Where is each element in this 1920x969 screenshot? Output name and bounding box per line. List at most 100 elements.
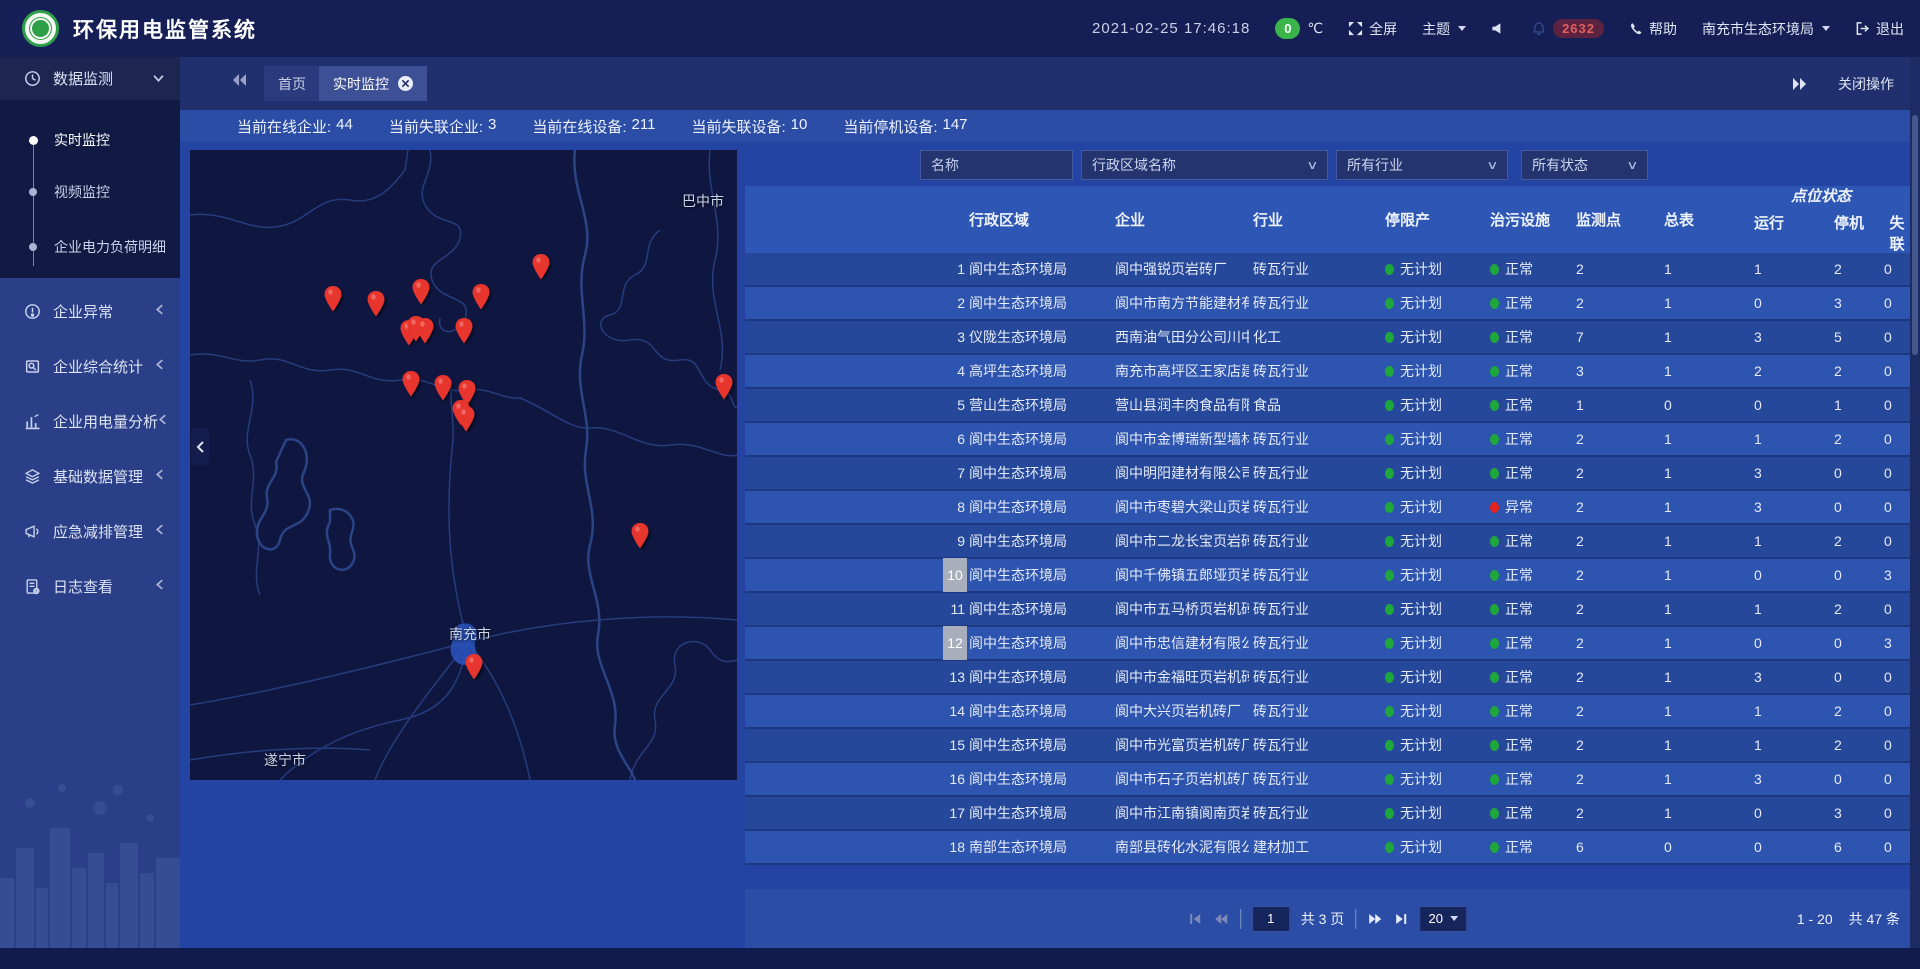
header-pollution-facility[interactable]: 治污设施 bbox=[1480, 186, 1564, 253]
cell-region: 阆中生态环境局 bbox=[967, 497, 1111, 517]
header-monitor-points[interactable]: 监测点 bbox=[1564, 186, 1652, 253]
header-company[interactable]: 企业 bbox=[1111, 186, 1249, 253]
table-row[interactable]: 9阆中生态环境局阆中市二龙长宝页岩砖砖瓦行业无计划正常21120 bbox=[745, 525, 1910, 559]
cell-company[interactable]: 南部县砖化水泥有限公 bbox=[1111, 837, 1249, 857]
map-marker-icon[interactable] bbox=[472, 284, 490, 310]
header-running[interactable]: 运行 bbox=[1742, 212, 1820, 254]
header-offline[interactable]: 失联 bbox=[1884, 212, 1910, 254]
cell-company[interactable]: 阆中市枣碧大梁山页岩 bbox=[1111, 497, 1249, 517]
cell-company[interactable]: 阆中千佛镇五郎垭页岩 bbox=[1111, 565, 1249, 585]
map-marker-icon[interactable] bbox=[434, 375, 452, 401]
table-row[interactable]: 2阆中生态环境局阆中市南方节能建材有砖瓦行业无计划正常21030 bbox=[745, 287, 1910, 321]
cell-company[interactable]: 阆中市江南镇阆南页岩 bbox=[1111, 803, 1249, 823]
header-stop-production[interactable]: 停限产 bbox=[1377, 186, 1480, 253]
sidebar-group-数据监测[interactable]: 数据监测 bbox=[0, 57, 180, 100]
close-operations-button[interactable]: 关闭操作 bbox=[1838, 74, 1894, 94]
map-marker-icon[interactable] bbox=[367, 291, 385, 317]
header-industry[interactable]: 行业 bbox=[1249, 186, 1377, 253]
table-row[interactable]: 16阆中生态环境局阆中市石子页岩机砖厂砖瓦行业无计划正常21300 bbox=[745, 763, 1910, 797]
cell-company[interactable]: 阆中市金福旺页岩机砖 bbox=[1111, 667, 1249, 687]
map-marker-icon[interactable] bbox=[412, 279, 430, 305]
fullscreen-button[interactable]: 全屏 bbox=[1348, 19, 1397, 39]
sidebar-group-企业综合统计[interactable]: 企业综合统计 bbox=[0, 344, 180, 388]
table-row[interactable]: 10阆中生态环境局阆中千佛镇五郎垭页岩砖瓦行业无计划正常21003 bbox=[745, 559, 1910, 593]
cell-company[interactable]: 阆中市二龙长宝页岩砖 bbox=[1111, 531, 1249, 551]
table-row[interactable]: 17阆中生态环境局阆中市江南镇阆南页岩砖瓦行业无计划正常21030 bbox=[745, 797, 1910, 831]
sidebar-group-应急减排管理[interactable]: 应急减排管理 bbox=[0, 509, 180, 553]
cell-company[interactable]: 阆中市石子页岩机砖厂 bbox=[1111, 769, 1249, 789]
cell-company[interactable]: 阆中市光富页岩机砖厂 bbox=[1111, 735, 1249, 755]
table-row[interactable]: 6阆中生态环境局阆中市金博瑞新型墙材砖瓦行业无计划正常21120 bbox=[745, 423, 1910, 457]
tabs-scroll-left-button[interactable] bbox=[232, 73, 248, 92]
sidebar-group-日志查看[interactable]: 日志查看 bbox=[0, 564, 180, 608]
sidebar-item-企业电力负荷明细[interactable]: 企业电力负荷明细 bbox=[0, 232, 180, 262]
first-page-button[interactable] bbox=[1188, 912, 1202, 926]
map-marker-icon[interactable] bbox=[631, 523, 649, 549]
cell-company[interactable]: 营山县润丰肉食品有限 bbox=[1111, 395, 1249, 415]
tabs-scroll-right-button[interactable] bbox=[1792, 77, 1808, 91]
tab-realtime-monitor[interactable]: 实时监控 bbox=[319, 66, 427, 101]
cell-company[interactable]: 阆中市金博瑞新型墙材 bbox=[1111, 429, 1249, 449]
table-row[interactable]: 3仪陇生态环境局西南油气田分公司川中化工无计划正常71350 bbox=[745, 321, 1910, 355]
cell-company[interactable]: 阆中市五马桥页岩机砖 bbox=[1111, 599, 1249, 619]
mute-button[interactable] bbox=[1491, 21, 1506, 36]
previous-page-button[interactable] bbox=[1213, 912, 1229, 926]
map-panel-collapse-button[interactable] bbox=[191, 428, 209, 465]
map-marker-icon[interactable] bbox=[416, 318, 434, 344]
cell-company[interactable]: 阆中明阳建材有限公司 bbox=[1111, 463, 1249, 483]
page-number-input[interactable]: 1 bbox=[1252, 906, 1290, 932]
vertical-scrollbar[interactable] bbox=[1910, 57, 1920, 948]
theme-menu[interactable]: 主题 bbox=[1422, 19, 1466, 39]
org-menu[interactable]: 南充市生态环境局 bbox=[1702, 19, 1830, 39]
table-row[interactable]: 18南部生态环境局南部县砖化水泥有限公建材加工无计划正常60060 bbox=[745, 831, 1910, 865]
map-marker-icon[interactable] bbox=[532, 254, 550, 280]
search-name-input[interactable] bbox=[920, 150, 1073, 180]
map-panel[interactable]: 巴中市南充市遂宁市 bbox=[190, 150, 737, 780]
map-marker-icon[interactable] bbox=[455, 318, 473, 344]
map-marker-icon[interactable] bbox=[715, 374, 733, 400]
help-button[interactable]: 帮助 bbox=[1629, 19, 1677, 39]
scrollbar-thumb[interactable] bbox=[1912, 115, 1918, 355]
cell-company[interactable]: 阆中市忠信建材有限公 bbox=[1111, 633, 1249, 653]
sidebar-item-实时监控[interactable]: 实时监控 bbox=[0, 125, 180, 155]
table-row[interactable]: 1阆中生态环境局阆中强锐页岩砖厂砖瓦行业无计划正常21120 bbox=[745, 253, 1910, 287]
logout-button[interactable]: 退出 bbox=[1855, 19, 1904, 39]
row-index-cell: 4 bbox=[941, 354, 967, 388]
industry-select[interactable]: 所有行业 ∨ bbox=[1336, 150, 1508, 180]
header-total-meters[interactable]: 总表 bbox=[1652, 186, 1742, 253]
map-marker-icon[interactable] bbox=[402, 371, 420, 397]
table-row[interactable]: 12阆中生态环境局阆中市忠信建材有限公砖瓦行业无计划正常21003 bbox=[745, 627, 1910, 661]
status-select[interactable]: 所有状态 ∨ bbox=[1521, 150, 1648, 180]
cell-total-meters: 1 bbox=[1652, 771, 1742, 787]
map-marker-icon[interactable] bbox=[465, 654, 483, 680]
table-row[interactable]: 14阆中生态环境局阆中大兴页岩机砖厂砖瓦行业无计划正常21120 bbox=[745, 695, 1910, 729]
cell-company[interactable]: 南充市高坪区王家店建 bbox=[1111, 361, 1249, 381]
table-row[interactable]: 15阆中生态环境局阆中市光富页岩机砖厂砖瓦行业无计划正常21120 bbox=[745, 729, 1910, 763]
header-stopped[interactable]: 停机 bbox=[1820, 212, 1884, 254]
table-row[interactable]: 11阆中生态环境局阆中市五马桥页岩机砖砖瓦行业无计划正常21120 bbox=[745, 593, 1910, 627]
tab-home[interactable]: 首页 bbox=[264, 66, 320, 101]
cell-company[interactable]: 阆中大兴页岩机砖厂 bbox=[1111, 701, 1249, 721]
sidebar-group-企业用电量分析[interactable]: 企业用电量分析 bbox=[0, 399, 180, 443]
table-row[interactable]: 8阆中生态环境局阆中市枣碧大梁山页岩砖瓦行业无计划异常21300 bbox=[745, 491, 1910, 525]
cell-company[interactable]: 阆中强锐页岩砖厂 bbox=[1111, 259, 1249, 279]
next-page-button[interactable] bbox=[1367, 912, 1383, 926]
table-row[interactable]: 4高坪生态环境局南充市高坪区王家店建砖瓦行业无计划正常31220 bbox=[745, 355, 1910, 389]
sidebar-item-视频监控[interactable]: 视频监控 bbox=[0, 177, 180, 207]
map-marker-icon[interactable] bbox=[457, 406, 475, 432]
cell-stopped: 0 bbox=[1820, 499, 1884, 515]
region-select[interactable]: 行政区域名称 ∨ bbox=[1081, 150, 1328, 180]
table-row[interactable]: 5营山生态环境局营山县润丰肉食品有限食品无计划正常10010 bbox=[745, 389, 1910, 423]
sidebar-group-基础数据管理[interactable]: 基础数据管理 bbox=[0, 454, 180, 498]
page-size-select[interactable]: 20 bbox=[1419, 906, 1467, 932]
sidebar-group-企业异常[interactable]: 企业异常 bbox=[0, 289, 180, 333]
map-marker-icon[interactable] bbox=[324, 286, 342, 312]
notifications[interactable]: 2632 bbox=[1531, 19, 1604, 38]
cell-company[interactable]: 西南油气田分公司川中 bbox=[1111, 327, 1249, 347]
table-row[interactable]: 13阆中生态环境局阆中市金福旺页岩机砖砖瓦行业无计划正常21300 bbox=[745, 661, 1910, 695]
last-page-button[interactable] bbox=[1394, 912, 1408, 926]
cell-company[interactable]: 阆中市南方节能建材有 bbox=[1111, 293, 1249, 313]
tab-close-icon[interactable] bbox=[398, 76, 413, 91]
table-row[interactable]: 7阆中生态环境局阆中明阳建材有限公司砖瓦行业无计划正常21300 bbox=[745, 457, 1910, 491]
header-region[interactable]: 行政区域 bbox=[967, 186, 1111, 253]
